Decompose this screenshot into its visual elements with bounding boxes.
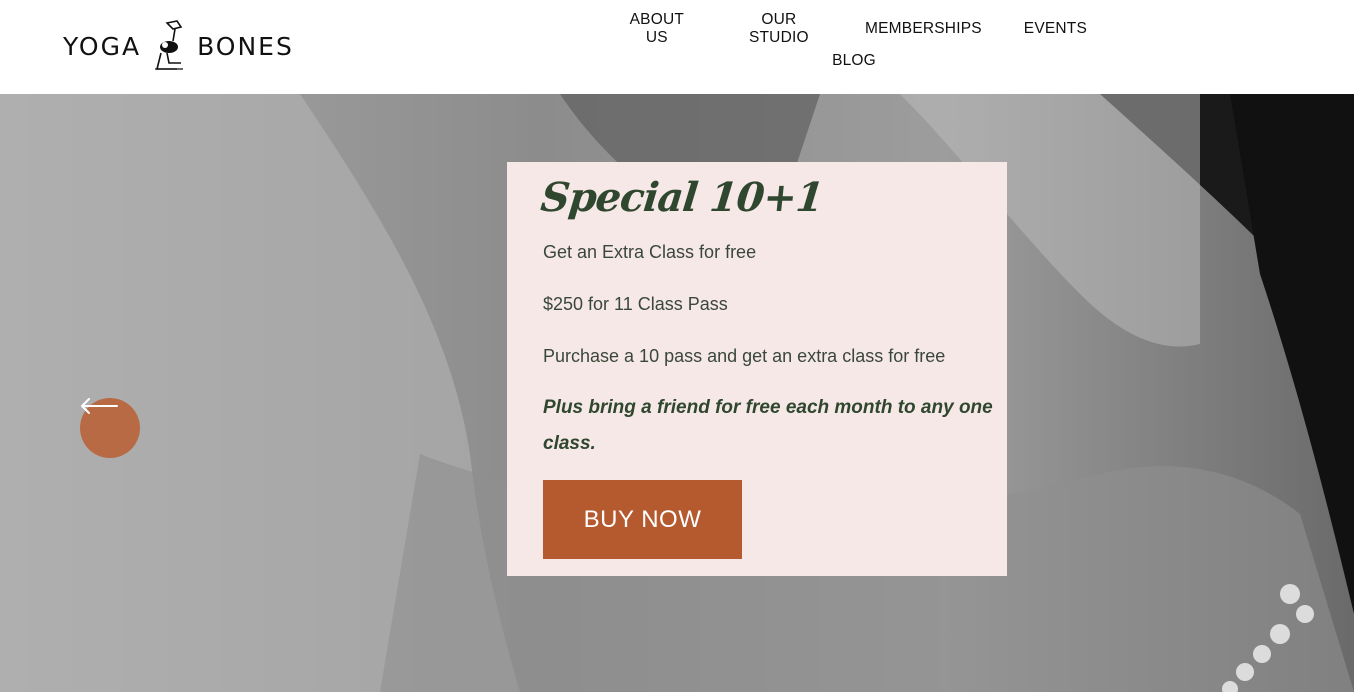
- promo-line-1: Get an Extra Class for free: [543, 242, 757, 262]
- yoga-pose-logo-icon: [155, 20, 184, 70]
- promo-line-2: $250 for 11 Class Pass: [543, 294, 728, 314]
- prev-slide-button[interactable]: [80, 398, 140, 458]
- nav-memberships[interactable]: MEMBERSHIPS: [844, 20, 1003, 38]
- promo-line-3: Purchase a 10 pass and get an extra clas…: [543, 346, 946, 366]
- promo-card: Special 10+1 Get an Extra Class for free…: [507, 162, 1007, 576]
- promo-highlight: Plus bring a friend for free each month …: [543, 397, 993, 454]
- logo-text-right: BONES: [197, 31, 294, 61]
- site-logo[interactable]: YOGA BONES: [63, 18, 303, 74]
- promo-title: Special 10+1: [538, 174, 826, 221]
- nav-our-studio[interactable]: OUR STUDIO: [714, 11, 844, 47]
- nav-events[interactable]: EVENTS: [1003, 20, 1108, 38]
- nav-blog[interactable]: BLOG: [811, 52, 897, 70]
- logo-text-left: YOGA: [63, 31, 142, 61]
- arrow-left-icon: [81, 398, 118, 414]
- hero-banner: Special 10+1 Get an Extra Class for free…: [0, 94, 1354, 692]
- site-header: YOGA BONES ABOUT US OUR STUDIO MEMBERSHI…: [0, 0, 1354, 94]
- main-nav: ABOUT US OUR STUDIO MEMBERSHIPS EVENTS B…: [600, 11, 1108, 74]
- nav-about-us[interactable]: ABOUT US: [600, 11, 714, 47]
- buy-now-button[interactable]: BUY NOW: [543, 480, 742, 559]
